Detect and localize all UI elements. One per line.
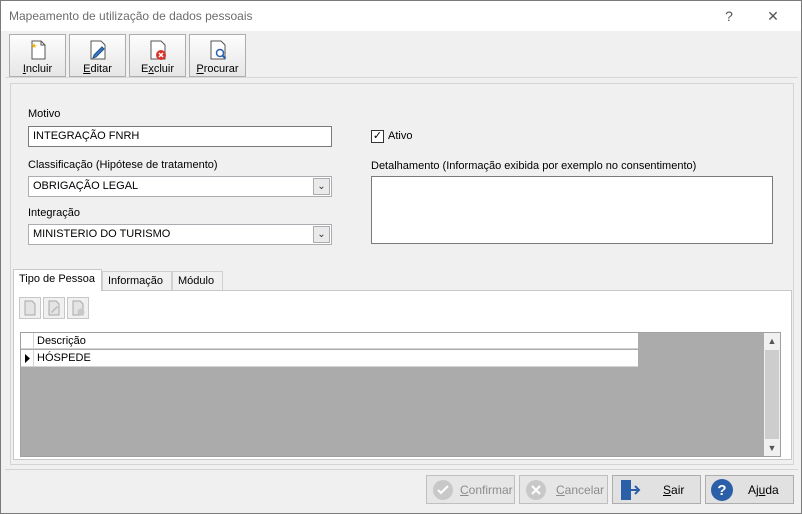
edit-document-icon — [48, 300, 60, 316]
sair-label: Sair — [663, 483, 685, 497]
chevron-down-icon[interactable]: ⌄ — [313, 178, 330, 195]
incluir-button[interactable]: Incluir — [9, 34, 66, 77]
detalhamento-textarea[interactable] — [371, 176, 773, 244]
procurar-button[interactable]: Procurar — [189, 34, 246, 77]
svg-text:?: ? — [717, 482, 726, 499]
table-cell: HÓSPEDE — [37, 352, 91, 364]
classificacao-value: OBRIGAÇÃO LEGAL — [33, 180, 139, 192]
help-circle-icon: ? — [711, 479, 733, 501]
scroll-down-icon[interactable]: ▼ — [764, 440, 780, 456]
detalhamento-label: Detalhamento (Informação exibida por exe… — [371, 160, 697, 172]
bottom-bar: Confirmar Cancelar Sair ? Ajuda — [5, 469, 798, 509]
ajuda-label: Ajuda — [748, 483, 779, 497]
motivo-label: Motivo — [28, 108, 61, 120]
excluir-button[interactable]: Excluir — [129, 34, 186, 77]
delete-document-icon — [150, 40, 166, 60]
integracao-label: Integração — [28, 207, 80, 219]
motivo-field[interactable]: INTEGRAÇÃO FNRH — [28, 126, 332, 147]
close-window-button[interactable]: ✕ — [758, 5, 788, 27]
vertical-scrollbar[interactable]: ▲ ▼ — [764, 333, 780, 456]
toolbar: Incluir Editar Excluir Procurar — [5, 32, 798, 78]
classificacao-label: Classificação (Hipótese de tratamento) — [28, 159, 218, 171]
tab-tipo-de-pessoa[interactable]: Tipo de Pessoa — [13, 269, 102, 291]
ativo-label: Ativo — [388, 130, 413, 142]
sub-delete-button[interactable] — [67, 297, 89, 319]
new-document-icon — [30, 40, 45, 60]
sair-button[interactable]: Sair — [612, 475, 701, 504]
scroll-thumb[interactable] — [765, 350, 779, 439]
sub-edit-button[interactable] — [43, 297, 65, 319]
editar-label: Editar — [83, 63, 112, 75]
help-title-button[interactable]: ? — [714, 5, 744, 27]
tab-informacao[interactable]: Informação — [102, 271, 172, 290]
procurar-label: Procurar — [196, 63, 239, 75]
integracao-select[interactable]: MINISTERIO DO TURISMO ⌄ — [28, 224, 332, 245]
column-header-descricao[interactable]: Descrição — [37, 335, 86, 347]
check-circle-icon — [433, 480, 453, 500]
cancelar-button[interactable]: Cancelar — [519, 475, 608, 504]
exit-door-icon — [621, 480, 641, 500]
edit-document-icon — [90, 40, 105, 60]
delete-document-icon — [72, 300, 85, 316]
scroll-up-icon[interactable]: ▲ — [764, 333, 780, 349]
new-document-icon — [24, 300, 36, 316]
search-document-icon — [210, 40, 226, 60]
excluir-label: Excluir — [140, 63, 174, 75]
ativo-checkbox[interactable]: ✓ — [371, 130, 384, 143]
grid-body: Descrição HÓSPEDE — [21, 333, 765, 456]
ajuda-button[interactable]: ? Ajuda — [705, 475, 794, 504]
grid-header: Descrição — [21, 333, 638, 349]
tab-modulo[interactable]: Módulo — [172, 271, 223, 290]
title-bar: Mapeamento de utilização de dados pessoa… — [1, 1, 801, 31]
tab-content: Descrição HÓSPEDE ▲ ▼ — [13, 290, 792, 460]
main-window: Mapeamento de utilização de dados pessoa… — [0, 0, 802, 514]
classificacao-select[interactable]: OBRIGAÇÃO LEGAL ⌄ — [28, 176, 332, 197]
sub-add-button[interactable] — [19, 297, 41, 319]
incluir-label: Incluir — [22, 63, 53, 75]
integracao-value: MINISTERIO DO TURISMO — [33, 228, 171, 240]
editar-button[interactable]: Editar — [69, 34, 126, 77]
cancel-circle-icon — [526, 480, 546, 500]
confirmar-button[interactable]: Confirmar — [426, 475, 515, 504]
data-grid: Descrição HÓSPEDE ▲ ▼ — [20, 332, 781, 457]
window-title: Mapeamento de utilização de dados pessoa… — [9, 9, 253, 23]
current-row-indicator-icon — [21, 350, 34, 367]
row-indicator-header — [21, 333, 34, 349]
table-row[interactable]: HÓSPEDE — [21, 350, 638, 367]
chevron-down-icon[interactable]: ⌄ — [313, 226, 330, 243]
confirmar-label: Confirmar — [460, 483, 513, 497]
cancelar-label: Cancelar — [556, 483, 605, 497]
